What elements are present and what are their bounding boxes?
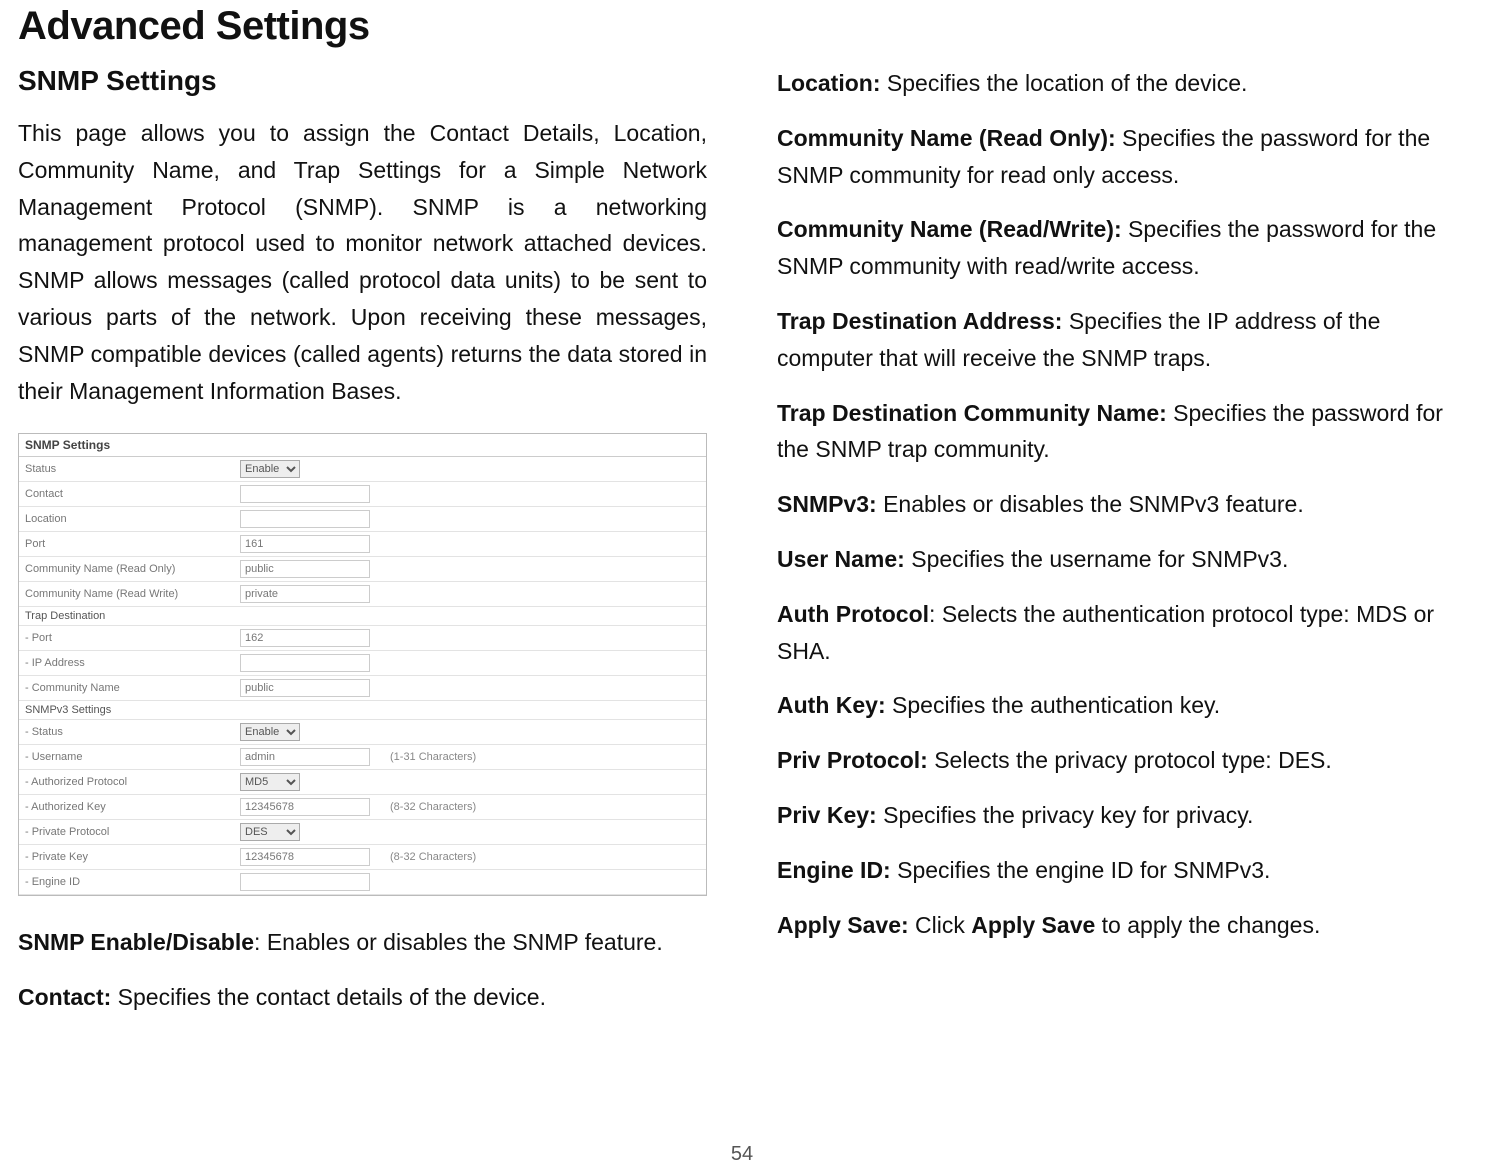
v3-authkey-input[interactable] (240, 798, 370, 816)
desc-text: Selects the privacy protocol type: DES. (934, 747, 1332, 773)
intro-paragraph: This page allows you to assign the Conta… (18, 115, 707, 409)
desc-item: Location: Specifies the location of the … (777, 65, 1466, 102)
right-column: Location: Specifies the location of the … (777, 65, 1466, 1143)
v3-username-input[interactable] (240, 748, 370, 766)
desc-text: Specifies the location of the device. (887, 70, 1248, 96)
v3-privproto-select[interactable]: DES (240, 823, 300, 841)
snmp-screenshot: SNMP Settings Status Enable Contact (18, 433, 707, 896)
page-number: 54 (18, 1143, 1466, 1172)
desc-label: Engine ID: (777, 857, 891, 883)
desc-item: SNMP Enable/Disable: Enables or disables… (18, 924, 707, 961)
page-title: Advanced Settings (18, 4, 1466, 49)
desc-label: Community Name (Read Only): (777, 125, 1116, 151)
trap-ip-input[interactable] (240, 654, 370, 672)
desc-item: Auth Protocol: Selects the authenticatio… (777, 596, 1466, 670)
section-subtitle: SNMP Settings (18, 65, 707, 97)
hint-text: (8-32 Characters) (384, 795, 706, 820)
row-label: - Status (19, 720, 234, 745)
snmp-form-table: Status Enable Contact (19, 457, 706, 895)
left-column: SNMP Settings This page allows you to as… (18, 65, 707, 1143)
desc-item: User Name: Specifies the username for SN… (777, 541, 1466, 578)
screenshot-header: SNMP Settings (19, 434, 706, 457)
desc-item: Engine ID: Specifies the engine ID for S… (777, 852, 1466, 889)
desc-label: Priv Protocol: (777, 747, 928, 773)
desc-item: Auth Key: Specifies the authentication k… (777, 687, 1466, 724)
row-label: Community Name (Read Write) (19, 582, 234, 607)
desc-item: Trap Destination Community Name: Specifi… (777, 395, 1466, 469)
v3-privkey-input[interactable] (240, 848, 370, 866)
desc-text: Specifies the username for SNMPv3. (911, 546, 1288, 572)
row-label: Status (19, 457, 234, 482)
port-input[interactable] (240, 535, 370, 553)
desc-text: Enables or disables the SNMP feature. (267, 929, 663, 955)
desc-item: Trap Destination Address: Specifies the … (777, 303, 1466, 377)
location-input[interactable] (240, 510, 370, 528)
desc-label: SNMPv3: (777, 491, 877, 517)
desc-label: Apply Save: (777, 912, 909, 938)
hint-text: (1-31 Characters) (384, 745, 706, 770)
desc-text: Specifies the contact details of the dev… (118, 984, 546, 1010)
community-rw-input[interactable] (240, 585, 370, 603)
status-select[interactable]: Enable (240, 460, 300, 478)
row-label: - Community Name (19, 676, 234, 701)
row-label: Location (19, 507, 234, 532)
desc-text: Enables or disables the SNMPv3 feature. (883, 491, 1304, 517)
row-label: - Engine ID (19, 870, 234, 895)
row-label: - Private Protocol (19, 820, 234, 845)
v3-status-select[interactable]: Enable (240, 723, 300, 741)
desc-label: SNMP Enable/Disable (18, 929, 254, 955)
row-label: - Port (19, 626, 234, 651)
desc-label: Priv Key: (777, 802, 877, 828)
desc-item: Priv Protocol: Selects the privacy proto… (777, 742, 1466, 779)
row-label: Port (19, 532, 234, 557)
desc-item: Community Name (Read Only): Specifies th… (777, 120, 1466, 194)
contact-input[interactable] (240, 485, 370, 503)
desc-label: Auth Protocol (777, 601, 929, 627)
desc-label: User Name: (777, 546, 905, 572)
desc-label: Auth Key: (777, 692, 886, 718)
desc-label: Location: (777, 70, 881, 96)
v3-authproto-select[interactable]: MD5 (240, 773, 300, 791)
desc-item: Community Name (Read/Write): Specifies t… (777, 211, 1466, 285)
community-ro-input[interactable] (240, 560, 370, 578)
section-row: SNMPv3 Settings (19, 701, 706, 720)
desc-label: Contact: (18, 984, 111, 1010)
trap-port-input[interactable] (240, 629, 370, 647)
trap-community-input[interactable] (240, 679, 370, 697)
desc-text: Specifies the privacy key for privacy. (883, 802, 1253, 828)
desc-label: Trap Destination Community Name: (777, 400, 1167, 426)
desc-item: Apply Save: Click Apply Save to apply th… (777, 907, 1466, 944)
desc-item: Priv Key: Specifies the privacy key for … (777, 797, 1466, 834)
row-label: - Authorized Key (19, 795, 234, 820)
desc-text: to apply the changes. (1095, 912, 1320, 938)
v3-engine-input[interactable] (240, 873, 370, 891)
desc-bold-mid: Apply Save (971, 912, 1095, 938)
desc-item: Contact: Specifies the contact details o… (18, 979, 707, 1016)
desc-text: Click (915, 912, 971, 938)
section-row: Trap Destination (19, 607, 706, 626)
desc-item: SNMPv3: Enables or disables the SNMPv3 f… (777, 486, 1466, 523)
desc-label: Community Name (Read/Write): (777, 216, 1122, 242)
row-label: - IP Address (19, 651, 234, 676)
row-label: - Authorized Protocol (19, 770, 234, 795)
desc-label: Trap Destination Address: (777, 308, 1062, 334)
row-label: - Private Key (19, 845, 234, 870)
desc-text: Specifies the engine ID for SNMPv3. (897, 857, 1270, 883)
row-label: Community Name (Read Only) (19, 557, 234, 582)
hint-text: (8-32 Characters) (384, 845, 706, 870)
desc-text: Specifies the authentication key. (892, 692, 1220, 718)
row-label: - Username (19, 745, 234, 770)
row-label: Contact (19, 482, 234, 507)
